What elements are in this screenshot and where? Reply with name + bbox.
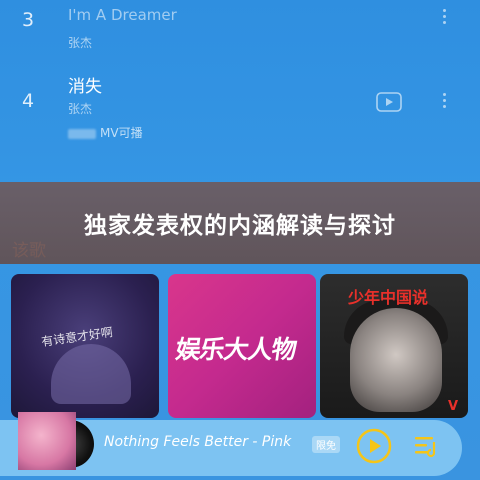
album-art-figure (51, 344, 131, 404)
song-artist: 张杰 (68, 36, 93, 50)
album-card-1[interactable]: 有诗意才好啊 (11, 274, 159, 418)
more-options-icon[interactable] (436, 6, 452, 30)
more-options-icon[interactable] (436, 90, 452, 114)
mv-play-icon[interactable] (376, 92, 402, 112)
banner-title: 独家发表权的内涵解读与探讨 (84, 213, 396, 239)
song-tags: MV可播 (68, 124, 143, 141)
album-card-mark: V (447, 399, 458, 414)
album-card-text: 少年中国说 (348, 288, 429, 307)
song-rank: 3 (22, 9, 35, 31)
song-row-4[interactable]: 4 消失 张杰 MV可播 (0, 62, 480, 152)
song-title: I'm A Dreamer (68, 6, 177, 24)
song-row-3[interactable]: 3 I'm A Dreamer 张杰 (0, 0, 480, 56)
blurred-tag (68, 128, 96, 139)
album-cover[interactable] (18, 412, 76, 470)
album-art-portrait (350, 308, 442, 412)
title-banner: 独家发表权的内涵解读与探讨 (0, 182, 480, 264)
mv-label: MV可播 (100, 126, 143, 140)
playlist-icon[interactable] (412, 432, 440, 460)
song-artist: 张杰 (68, 102, 93, 116)
album-card-2[interactable]: 娱乐大人物 (168, 274, 316, 418)
now-playing-title: Nothing Feels Better - Pink (104, 434, 292, 450)
song-rank: 4 (22, 90, 35, 112)
quality-badge: 限免 (312, 436, 340, 453)
play-icon[interactable] (356, 428, 392, 464)
song-title: 消失 (68, 77, 102, 97)
album-card-3[interactable]: 少年中国说 V (320, 274, 468, 418)
album-card-text: 娱乐大人物 (173, 335, 298, 364)
